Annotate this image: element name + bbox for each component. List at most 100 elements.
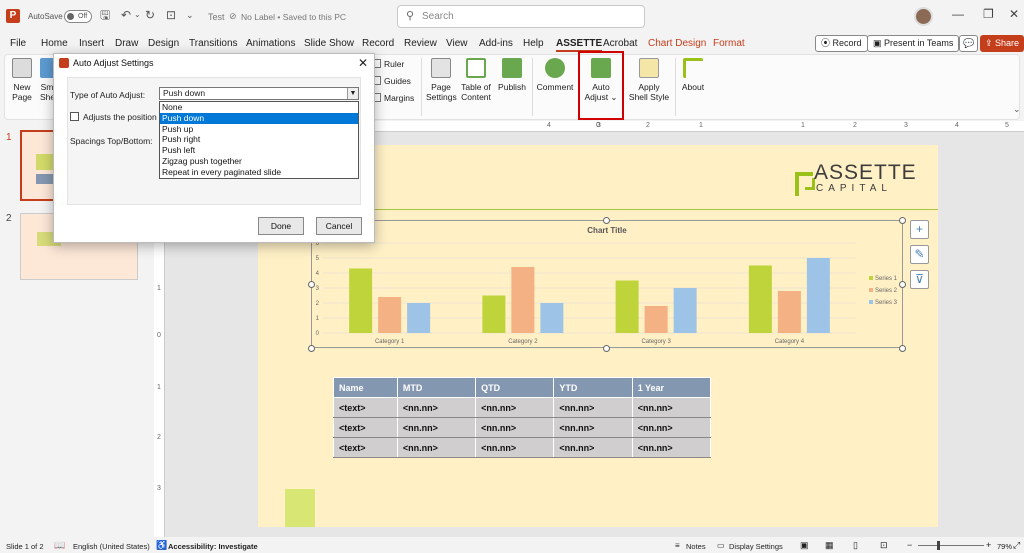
search-box[interactable]: ⚲ Search [397, 5, 645, 28]
resize-handle[interactable] [308, 345, 315, 352]
type-label: Type of Auto Adjust: [70, 90, 146, 100]
resize-handle[interactable] [899, 281, 906, 288]
zoom-slider[interactable] [918, 545, 984, 546]
reading-view-icon[interactable]: ▯ [853, 540, 858, 551]
checkbox-box [70, 112, 79, 121]
new-page-button[interactable]: New Page [8, 58, 36, 102]
guides-checkbox[interactable]: Guides [372, 76, 411, 86]
resize-handle[interactable] [603, 217, 610, 224]
spelling-icon[interactable]: 📖 [54, 540, 65, 551]
tab-animations[interactable]: Animations [246, 38, 295, 49]
apply-shell-style-button[interactable]: Apply Shell Style [628, 58, 670, 102]
chart-elements-icon[interactable]: + [910, 220, 929, 239]
accessibility-status[interactable]: Accessibility: Investigate [168, 542, 258, 551]
accessibility-icon[interactable]: ♿ [156, 540, 167, 551]
tab-assette[interactable]: ASSETTE [556, 38, 603, 52]
zoom-out-icon[interactable]: − [907, 540, 912, 550]
restore-icon[interactable]: ❐ [983, 7, 994, 21]
auto-adjust-dialog: Auto Adjust Settings ✕ Type of Auto Adju… [53, 53, 375, 243]
dropdown-option-repeat[interactable]: Repeat in every paginated slide [160, 167, 358, 178]
zoom-thumb[interactable] [937, 541, 940, 550]
dialog-app-icon [59, 58, 69, 68]
record-button[interactable]: ⦿ Record [815, 35, 868, 52]
present-from-start-icon[interactable]: ⊡ [166, 8, 176, 22]
apply-shell-label: Apply Shell Style [628, 82, 670, 102]
sensitivity-icon: ⊘ [229, 11, 237, 21]
chevron-down-icon[interactable]: ▼ [347, 88, 358, 99]
tab-add-ins[interactable]: Add-ins [479, 38, 513, 49]
slide-sorter-icon[interactable]: ▦ [825, 540, 834, 551]
table-header-row: Name MTD QTD YTD 1 Year [333, 377, 712, 398]
dropdown-option-push-down[interactable]: Push down [160, 112, 358, 124]
tab-format[interactable]: Format [713, 38, 745, 49]
data-table[interactable]: Name MTD QTD YTD 1 Year <text> <nn.nn> <… [333, 377, 712, 458]
tab-review[interactable]: Review [404, 38, 437, 49]
done-button[interactable]: Done [258, 217, 304, 235]
smart-sheet-icon [40, 58, 54, 78]
about-button[interactable]: About [678, 58, 708, 92]
dropdown-option-none[interactable]: None [160, 102, 358, 113]
tab-home[interactable]: Home [41, 38, 68, 49]
tab-slide-show[interactable]: Slide Show [304, 38, 354, 49]
type-select[interactable]: Push down ▼ [159, 87, 359, 100]
redo-icon[interactable]: ↻ [145, 8, 155, 22]
cancel-button[interactable]: Cancel [316, 217, 362, 235]
tab-chart-design[interactable]: Chart Design [648, 38, 706, 49]
tab-draw[interactable]: Draw [115, 38, 138, 49]
close-icon[interactable]: ✕ [358, 56, 368, 70]
fit-to-window-icon[interactable]: ⤢ [1013, 540, 1020, 551]
dialog-title: Auto Adjust Settings [73, 58, 154, 68]
display-settings-button[interactable]: Display Settings [729, 542, 783, 551]
normal-view-icon[interactable]: ▣ [800, 540, 809, 551]
tab-insert[interactable]: Insert [79, 38, 104, 49]
autosave-toggle[interactable]: Off [64, 10, 92, 23]
slideshow-icon[interactable]: ⊡ [880, 540, 888, 551]
chart-filter-icon[interactable]: ⊽ [910, 270, 929, 289]
resize-handle[interactable] [603, 345, 610, 352]
comment-button[interactable]: Comment [536, 58, 574, 92]
toc-label: Table of Content [461, 82, 491, 102]
page-settings-button[interactable]: Page Settings [426, 58, 457, 102]
ribbon-collapse-icon[interactable]: ⌄ [1013, 104, 1021, 115]
margins-checkbox[interactable]: Margins [372, 93, 414, 103]
share-button[interactable]: ⇪ Share [980, 35, 1024, 52]
tab-transitions[interactable]: Transitions [189, 38, 238, 49]
notes-icon[interactable]: ≡ [675, 541, 680, 550]
qat-more-icon[interactable]: ⌄ [186, 8, 194, 22]
resize-handle[interactable] [899, 217, 906, 224]
close-window-icon[interactable]: ✕ [1009, 7, 1019, 21]
save-icon[interactable]: 🖫 [100, 8, 110, 22]
display-settings-icon[interactable]: ▭ [717, 541, 725, 550]
present-in-teams-button[interactable]: ▣ Present in Teams [867, 35, 960, 52]
zoom-in-icon[interactable]: + [986, 540, 991, 550]
table-of-content-button[interactable]: Table of Content [458, 58, 494, 102]
dropdown-option-push-up[interactable]: Push up [160, 124, 358, 135]
ruler-checkbox[interactable]: Ruler [372, 59, 404, 69]
header-cell: 1 Year [631, 377, 712, 398]
smart-sheet-button[interactable]: Sm She [40, 58, 54, 102]
language[interactable]: English (United States) [73, 542, 150, 551]
dropdown-option-zigzag[interactable]: Zigzag push together [160, 156, 358, 167]
tab-acrobat[interactable]: Acrobat [603, 38, 637, 49]
zoom-level[interactable]: 79% [997, 542, 1012, 551]
resize-handle[interactable] [899, 345, 906, 352]
tab-help[interactable]: Help [523, 38, 544, 49]
tab-file[interactable]: File [10, 38, 26, 49]
adjust-position-checkbox[interactable]: Adjusts the position w [70, 112, 165, 122]
avatar[interactable] [914, 7, 933, 26]
minimize-icon[interactable]: — [952, 7, 964, 21]
tab-view[interactable]: View [446, 38, 468, 49]
dropdown-option-push-left[interactable]: Push left [160, 145, 358, 156]
ruler-tick: 3 [157, 485, 161, 492]
type-dropdown-list[interactable]: None Push down Push up Push right Push l… [159, 101, 359, 179]
comments-icon[interactable]: 💬 [959, 35, 979, 52]
undo-dropdown-icon[interactable]: ⌄ [134, 8, 141, 22]
resize-handle[interactable] [308, 281, 315, 288]
publish-button[interactable]: Publish [497, 58, 527, 92]
undo-icon[interactable]: ↶ [121, 8, 131, 22]
tab-design[interactable]: Design [148, 38, 179, 49]
chart-styles-icon[interactable]: ✎ [910, 245, 929, 264]
tab-record[interactable]: Record [362, 38, 394, 49]
dropdown-option-push-right[interactable]: Push right [160, 134, 358, 145]
notes-button[interactable]: Notes [686, 542, 706, 551]
